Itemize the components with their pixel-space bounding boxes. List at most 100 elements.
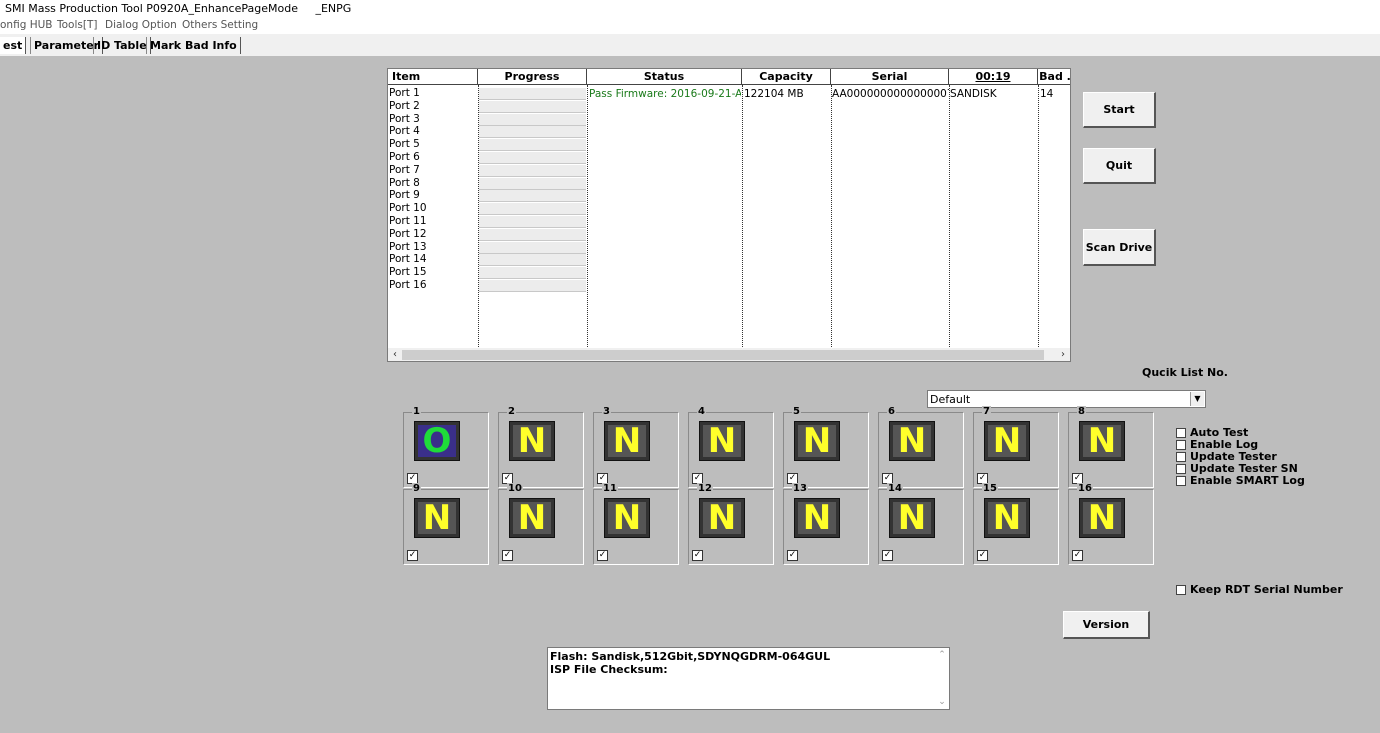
checkbox-box[interactable] <box>1176 585 1186 595</box>
checkbox-box[interactable] <box>1176 440 1186 450</box>
port-row-label[interactable]: Port 5 <box>389 138 420 150</box>
column-header-serial[interactable]: Serial <box>831 69 949 85</box>
column-divider <box>1038 85 1039 347</box>
menu-config-hub[interactable]: onfig HUB <box>0 19 52 31</box>
slot-enable-checkbox[interactable]: ✓ <box>407 550 418 561</box>
version-button[interactable]: Version <box>1063 611 1150 639</box>
slot-number: 11 <box>602 483 618 494</box>
progress-bar <box>479 280 586 292</box>
checkbox-box[interactable] <box>1176 476 1186 486</box>
port-slot-11[interactable]: 11 N ✓ <box>593 483 679 565</box>
port-slot-6[interactable]: 6 N ✓ <box>878 406 964 488</box>
port-row-label[interactable]: Port 2 <box>389 100 420 112</box>
port-slot-13[interactable]: 13 N ✓ <box>783 483 869 565</box>
port-slot-1[interactable]: 1 O ✓ <box>403 406 489 488</box>
scrollbar-thumb[interactable] <box>402 350 1044 360</box>
tab-mark-bad-info[interactable]: Mark Bad Info <box>146 37 241 54</box>
checkbox-box[interactable] <box>1176 428 1186 438</box>
slot-enable-checkbox[interactable]: ✓ <box>692 550 703 561</box>
chevron-down-icon[interactable]: ▼ <box>1190 392 1204 406</box>
slot-number: 9 <box>412 483 421 494</box>
progress-bar <box>479 164 586 177</box>
port-slot-8[interactable]: 8 N ✓ <box>1068 406 1154 488</box>
port-row-label[interactable]: Port 7 <box>389 164 420 176</box>
scroll-left-arrow-icon[interactable]: ‹ <box>388 348 402 361</box>
slot-state-letter: N <box>418 501 456 535</box>
port-row-label[interactable]: Port 6 <box>389 151 420 163</box>
port-slot-3[interactable]: 3 N ✓ <box>593 406 679 488</box>
port-row-label[interactable]: Port 9 <box>389 189 420 201</box>
log-vertical-scrollbar[interactable]: ⌃ ⌄ <box>935 648 949 709</box>
menu-dialog-option[interactable]: Dialog Option <box>105 19 177 31</box>
scroll-down-arrow-icon[interactable]: ⌄ <box>935 697 949 707</box>
port-slot-15[interactable]: 15 N ✓ <box>973 483 1059 565</box>
tab-id-table[interactable]: ID Table <box>93 37 151 54</box>
enable-smart-log-label: Enable SMART Log <box>1190 474 1305 487</box>
slot-enable-checkbox[interactable]: ✓ <box>977 550 988 561</box>
port-slot-5[interactable]: 5 N ✓ <box>783 406 869 488</box>
port-row-label[interactable]: Port 10 <box>389 202 427 214</box>
port-status-grid[interactable]: Item Progress Status Capacity Serial 00:… <box>387 68 1071 362</box>
grid-horizontal-scrollbar[interactable]: ‹ › <box>388 348 1070 361</box>
vendor-cell-port-1: SANDISK <box>950 88 997 100</box>
menu-others-setting[interactable]: Others Setting <box>182 19 258 31</box>
port-row-label[interactable]: Port 3 <box>389 113 420 125</box>
tab-strip: est Parameter ID Table Mark Bad Info <box>0 34 1380 56</box>
slot-enable-checkbox[interactable]: ✓ <box>787 550 798 561</box>
slot-state-letter: N <box>608 424 646 458</box>
port-row-label[interactable]: Port 11 <box>389 215 427 227</box>
column-header-status[interactable]: Status <box>587 69 742 85</box>
column-divider <box>587 85 588 347</box>
scroll-right-arrow-icon[interactable]: › <box>1056 348 1070 361</box>
capacity-cell-port-1: 122104 MB <box>744 88 804 100</box>
menu-tools[interactable]: Tools[T] <box>57 19 97 31</box>
window-title: SMI Mass Production Tool P0920A_EnhanceP… <box>5 2 352 15</box>
port-row-label[interactable]: Port 14 <box>389 253 427 265</box>
port-slot-12[interactable]: 12 N ✓ <box>688 483 774 565</box>
column-header-timer[interactable]: 00:19 <box>949 69 1038 85</box>
port-row-label[interactable]: Port 13 <box>389 241 427 253</box>
column-header-item[interactable]: Item <box>388 69 478 85</box>
slot-enable-checkbox[interactable]: ✓ <box>502 550 513 561</box>
port-row-label[interactable]: Port 12 <box>389 228 427 240</box>
bad-cell-port-1: 14 <box>1040 88 1054 100</box>
start-button[interactable]: Start <box>1083 92 1156 128</box>
port-slot-7[interactable]: 7 N ✓ <box>973 406 1059 488</box>
slot-enable-checkbox[interactable]: ✓ <box>882 550 893 561</box>
port-row-label[interactable]: Port 8 <box>389 177 420 189</box>
slot-enable-checkbox[interactable]: ✓ <box>1072 550 1083 561</box>
quit-button[interactable]: Quit <box>1083 148 1156 184</box>
slot-enable-checkbox[interactable]: ✓ <box>597 550 608 561</box>
port-row-label[interactable]: Port 15 <box>389 266 427 278</box>
scroll-up-arrow-icon[interactable]: ⌃ <box>935 650 949 660</box>
column-header-bad[interactable]: Bad . <box>1038 69 1070 85</box>
port-slot-14[interactable]: 14 N ✓ <box>878 483 964 565</box>
tab-test[interactable]: est <box>0 37 27 54</box>
port-slot-10[interactable]: 10 N ✓ <box>498 483 584 565</box>
slot-state-letter: N <box>893 424 931 458</box>
slot-state-letter: N <box>513 501 551 535</box>
port-row-label[interactable]: Port 1 <box>389 87 420 99</box>
quick-list-label: Qucik List No. <box>1142 366 1228 379</box>
no-device-status-icon: N <box>1079 498 1125 538</box>
quick-list-value: Default <box>930 393 971 406</box>
quick-list-select[interactable]: Default ▼ <box>927 390 1206 408</box>
checkbox-box[interactable] <box>1176 452 1186 462</box>
status-cell-port-1: Pass Firmware: 2016-09-21-AE <box>589 88 741 100</box>
port-slot-9[interactable]: 9 N ✓ <box>403 483 489 565</box>
port-row-label[interactable]: Port 4 <box>389 125 420 137</box>
port-slot-16[interactable]: 16 N ✓ <box>1068 483 1154 565</box>
port-slot-4[interactable]: 4 N ✓ <box>688 406 774 488</box>
column-header-progress[interactable]: Progress <box>478 69 587 85</box>
progress-bar <box>479 203 586 216</box>
checkbox-box[interactable] <box>1176 464 1186 474</box>
slot-state-letter: O <box>418 424 456 458</box>
no-device-status-icon: N <box>1079 421 1125 461</box>
column-header-capacity[interactable]: Capacity <box>742 69 831 85</box>
slot-number: 7 <box>982 406 991 417</box>
progress-bar <box>479 152 586 164</box>
port-slot-2[interactable]: 2 N ✓ <box>498 406 584 488</box>
port-row-label[interactable]: Port 16 <box>389 279 427 291</box>
scan-drive-button[interactable]: Scan Drive <box>1083 229 1156 266</box>
info-log-textarea[interactable]: Flash: Sandisk,512Gbit,SDYNQGDRM-064GUL … <box>547 647 950 710</box>
